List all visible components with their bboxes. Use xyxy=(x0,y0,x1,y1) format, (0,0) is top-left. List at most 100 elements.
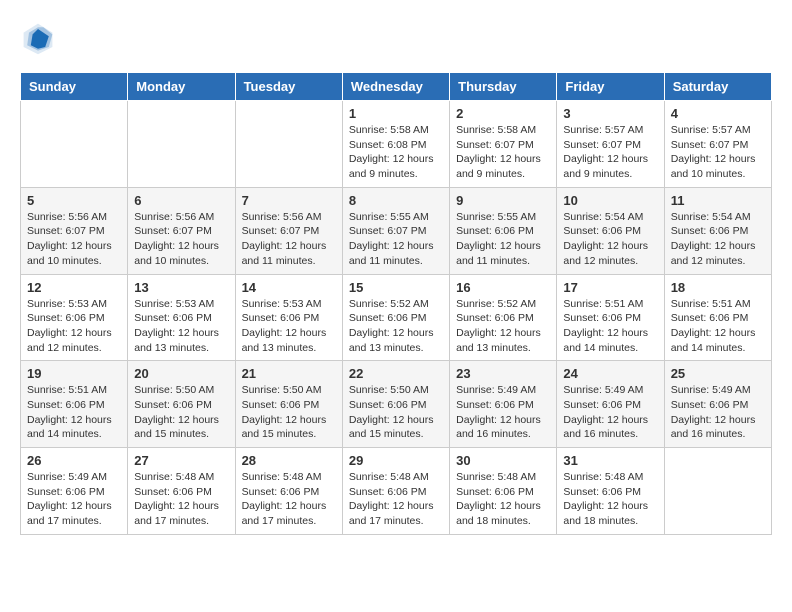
calendar-header-monday: Monday xyxy=(128,73,235,101)
day-info: Sunrise: 5:48 AM Sunset: 6:06 PM Dayligh… xyxy=(134,470,228,529)
day-number: 1 xyxy=(349,106,443,121)
calendar-cell: 9 Sunrise: 5:55 AM Sunset: 6:06 PM Daylig… xyxy=(450,187,557,274)
calendar-cell: 25 Sunrise: 5:49 AM Sunset: 6:06 PM Dayli… xyxy=(664,361,771,448)
day-info: Sunrise: 5:53 AM Sunset: 6:06 PM Dayligh… xyxy=(242,297,336,356)
calendar-cell: 20 Sunrise: 5:50 AM Sunset: 6:06 PM Dayli… xyxy=(128,361,235,448)
day-info: Sunrise: 5:57 AM Sunset: 6:07 PM Dayligh… xyxy=(563,123,657,182)
day-number: 20 xyxy=(134,366,228,381)
day-number: 27 xyxy=(134,453,228,468)
calendar-cell: 19Sunrise: 5:51 AM Sunset: 6:06 PM Dayli… xyxy=(21,361,128,448)
day-info: Sunrise: 5:55 AM Sunset: 6:06 PM Dayligh… xyxy=(456,210,550,269)
day-number: 21 xyxy=(242,366,336,381)
calendar-cell xyxy=(21,101,128,188)
day-info: Sunrise: 5:52 AM Sunset: 6:06 PM Dayligh… xyxy=(456,297,550,356)
day-number: 16 xyxy=(456,280,550,295)
calendar-cell: 26 Sunrise: 5:49 AM Sunset: 6:06 PM Dayli… xyxy=(21,448,128,535)
day-info: Sunrise: 5:58 AM Sunset: 6:07 PM Dayligh… xyxy=(456,123,550,182)
day-info: Sunrise: 5:50 AM Sunset: 6:06 PM Dayligh… xyxy=(349,383,443,442)
day-number: 5 xyxy=(27,193,121,208)
day-info: Sunrise: 5:53 AM Sunset: 6:06 PM Dayligh… xyxy=(27,297,121,356)
calendar-cell: 12 Sunrise: 5:53 AM Sunset: 6:06 PM Dayli… xyxy=(21,274,128,361)
day-number: 9 xyxy=(456,193,550,208)
day-info: Sunrise: 5:49 AM Sunset: 6:06 PM Dayligh… xyxy=(456,383,550,442)
day-info: Sunrise: 5:48 AM Sunset: 6:06 PM Dayligh… xyxy=(456,470,550,529)
calendar-header-row: SundayMondayTuesdayWednesdayThursdayFrid… xyxy=(21,73,772,101)
day-number: 31 xyxy=(563,453,657,468)
calendar-cell: 3 Sunrise: 5:57 AM Sunset: 6:07 PM Daylig… xyxy=(557,101,664,188)
calendar-header-friday: Friday xyxy=(557,73,664,101)
calendar-week-row: 26 Sunrise: 5:49 AM Sunset: 6:06 PM Dayli… xyxy=(21,448,772,535)
day-number: 25 xyxy=(671,366,765,381)
day-info: Sunrise: 5:49 AM Sunset: 6:06 PM Dayligh… xyxy=(27,470,121,529)
day-number: 17 xyxy=(563,280,657,295)
day-info: Sunrise: 5:50 AM Sunset: 6:06 PM Dayligh… xyxy=(134,383,228,442)
day-number: 7 xyxy=(242,193,336,208)
day-info: Sunrise: 5:51 AM Sunset: 6:06 PM Dayligh… xyxy=(27,383,121,442)
day-number: 29 xyxy=(349,453,443,468)
calendar-table: SundayMondayTuesdayWednesdayThursdayFrid… xyxy=(20,72,772,535)
calendar-cell: 15Sunrise: 5:52 AM Sunset: 6:06 PM Dayli… xyxy=(342,274,449,361)
day-number: 2 xyxy=(456,106,550,121)
logo-icon xyxy=(20,20,56,56)
logo xyxy=(20,20,60,56)
calendar-cell: 14 Sunrise: 5:53 AM Sunset: 6:06 PM Dayli… xyxy=(235,274,342,361)
calendar-cell: 4Sunrise: 5:57 AM Sunset: 6:07 PM Daylig… xyxy=(664,101,771,188)
day-info: Sunrise: 5:53 AM Sunset: 6:06 PM Dayligh… xyxy=(134,297,228,356)
calendar-cell xyxy=(128,101,235,188)
day-info: Sunrise: 5:55 AM Sunset: 6:07 PM Dayligh… xyxy=(349,210,443,269)
day-number: 22 xyxy=(349,366,443,381)
calendar-header-sunday: Sunday xyxy=(21,73,128,101)
day-number: 28 xyxy=(242,453,336,468)
day-info: Sunrise: 5:56 AM Sunset: 6:07 PM Dayligh… xyxy=(134,210,228,269)
day-info: Sunrise: 5:49 AM Sunset: 6:06 PM Dayligh… xyxy=(671,383,765,442)
day-number: 10 xyxy=(563,193,657,208)
calendar-header-saturday: Saturday xyxy=(664,73,771,101)
day-info: Sunrise: 5:51 AM Sunset: 6:06 PM Dayligh… xyxy=(563,297,657,356)
calendar-cell: 17 Sunrise: 5:51 AM Sunset: 6:06 PM Dayli… xyxy=(557,274,664,361)
calendar-cell: 13Sunrise: 5:53 AM Sunset: 6:06 PM Dayli… xyxy=(128,274,235,361)
day-info: Sunrise: 5:50 AM Sunset: 6:06 PM Dayligh… xyxy=(242,383,336,442)
day-number: 30 xyxy=(456,453,550,468)
page-header xyxy=(20,20,772,56)
day-info: Sunrise: 5:54 AM Sunset: 6:06 PM Dayligh… xyxy=(671,210,765,269)
day-number: 3 xyxy=(563,106,657,121)
day-number: 23 xyxy=(456,366,550,381)
day-number: 15 xyxy=(349,280,443,295)
day-number: 11 xyxy=(671,193,765,208)
calendar-cell: 27 Sunrise: 5:48 AM Sunset: 6:06 PM Dayli… xyxy=(128,448,235,535)
day-number: 8 xyxy=(349,193,443,208)
day-number: 12 xyxy=(27,280,121,295)
day-number: 26 xyxy=(27,453,121,468)
calendar-cell xyxy=(664,448,771,535)
day-number: 24 xyxy=(563,366,657,381)
calendar-header-tuesday: Tuesday xyxy=(235,73,342,101)
calendar-cell: 7 Sunrise: 5:56 AM Sunset: 6:07 PM Daylig… xyxy=(235,187,342,274)
day-info: Sunrise: 5:56 AM Sunset: 6:07 PM Dayligh… xyxy=(27,210,121,269)
calendar-cell: 29 Sunrise: 5:48 AM Sunset: 6:06 PM Dayli… xyxy=(342,448,449,535)
calendar-cell xyxy=(235,101,342,188)
day-info: Sunrise: 5:48 AM Sunset: 6:06 PM Dayligh… xyxy=(349,470,443,529)
calendar-header-wednesday: Wednesday xyxy=(342,73,449,101)
calendar-week-row: 5 Sunrise: 5:56 AM Sunset: 6:07 PM Daylig… xyxy=(21,187,772,274)
calendar-cell: 1 Sunrise: 5:58 AM Sunset: 6:08 PM Daylig… xyxy=(342,101,449,188)
calendar-cell: 10Sunrise: 5:54 AM Sunset: 6:06 PM Dayli… xyxy=(557,187,664,274)
day-info: Sunrise: 5:49 AM Sunset: 6:06 PM Dayligh… xyxy=(563,383,657,442)
calendar-cell: 30 Sunrise: 5:48 AM Sunset: 6:06 PM Dayli… xyxy=(450,448,557,535)
calendar-cell: 21 Sunrise: 5:50 AM Sunset: 6:06 PM Dayli… xyxy=(235,361,342,448)
day-info: Sunrise: 5:56 AM Sunset: 6:07 PM Dayligh… xyxy=(242,210,336,269)
calendar-week-row: 12 Sunrise: 5:53 AM Sunset: 6:06 PM Dayli… xyxy=(21,274,772,361)
day-number: 4 xyxy=(671,106,765,121)
day-number: 18 xyxy=(671,280,765,295)
calendar-week-row: 1 Sunrise: 5:58 AM Sunset: 6:08 PM Daylig… xyxy=(21,101,772,188)
day-info: Sunrise: 5:58 AM Sunset: 6:08 PM Dayligh… xyxy=(349,123,443,182)
day-number: 14 xyxy=(242,280,336,295)
day-info: Sunrise: 5:51 AM Sunset: 6:06 PM Dayligh… xyxy=(671,297,765,356)
day-info: Sunrise: 5:48 AM Sunset: 6:06 PM Dayligh… xyxy=(563,470,657,529)
calendar-cell: 16 Sunrise: 5:52 AM Sunset: 6:06 PM Dayli… xyxy=(450,274,557,361)
calendar-cell: 24 Sunrise: 5:49 AM Sunset: 6:06 PM Dayli… xyxy=(557,361,664,448)
day-number: 6 xyxy=(134,193,228,208)
calendar-cell: 18 Sunrise: 5:51 AM Sunset: 6:06 PM Dayli… xyxy=(664,274,771,361)
calendar-cell: 31 Sunrise: 5:48 AM Sunset: 6:06 PM Dayli… xyxy=(557,448,664,535)
day-info: Sunrise: 5:48 AM Sunset: 6:06 PM Dayligh… xyxy=(242,470,336,529)
calendar-cell: 6 Sunrise: 5:56 AM Sunset: 6:07 PM Daylig… xyxy=(128,187,235,274)
